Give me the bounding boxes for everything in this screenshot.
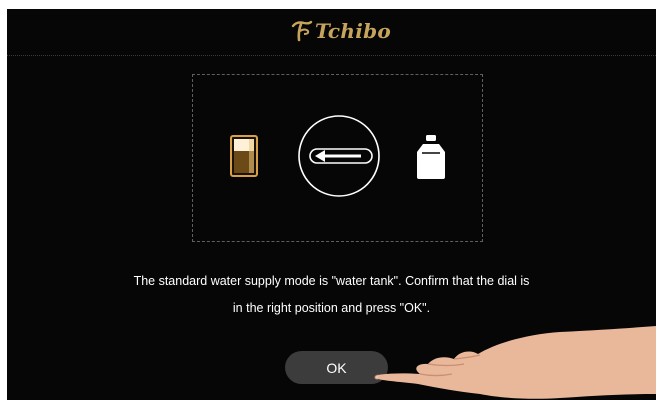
tchibo-logo-mark-icon [291,20,313,42]
water-tank-icon [230,135,258,177]
instruction-text-line-1: The standard water supply mode is "water… [133,274,530,288]
pointing-hand-icon [374,326,656,399]
brand-name: Tchibo [315,19,392,43]
header-bar: Tchibo [7,9,656,56]
instruction-text-line-2: in the right position and press "OK". [232,301,431,315]
dial-arrow-left-icon [298,115,380,197]
water-supply-illustration [192,74,483,242]
ok-button[interactable]: OK [285,351,388,384]
water-bottle-icon [417,135,445,179]
display-screen: Tchibo The standard water supply mode is… [7,9,656,400]
tchibo-logo: Tchibo [291,19,401,44]
